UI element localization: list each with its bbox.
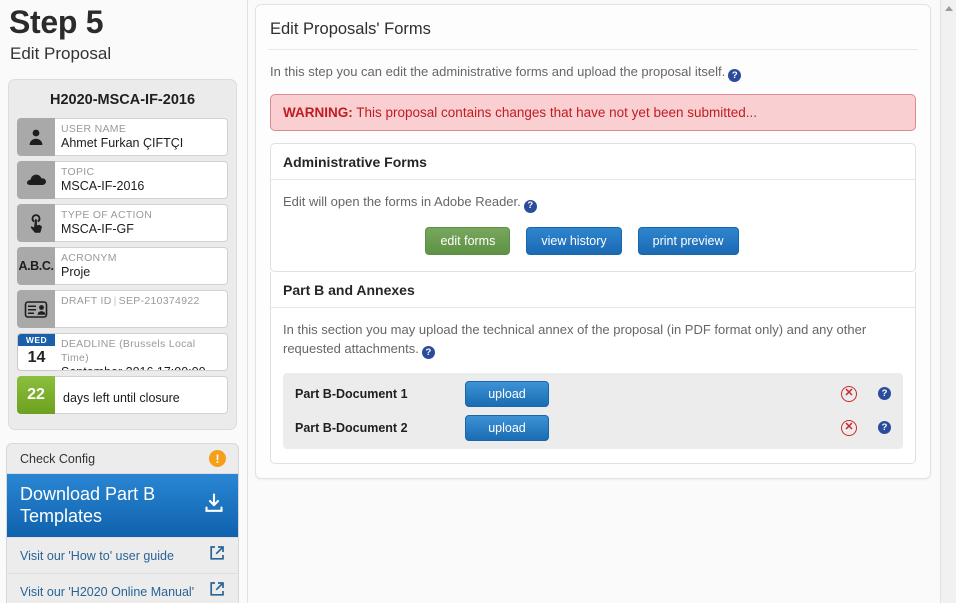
id-card-icon	[17, 290, 55, 328]
info-value: Ahmet Furkan ÇIFTÇI	[61, 136, 184, 150]
scroll-up-arrow-icon[interactable]	[941, 0, 956, 17]
abc-icon: A.B.C.	[17, 247, 55, 285]
info-label: DEADLINE (Brussels Local Time)	[61, 338, 196, 364]
calendar-weekday: WED	[18, 334, 55, 346]
help-icon[interactable]: ?	[421, 345, 435, 359]
info-value: MSCA-IF-2016	[61, 179, 145, 193]
description-text: In this section you may upload the techn…	[283, 321, 867, 356]
cloud-icon	[17, 161, 55, 199]
info-label: DRAFT ID	[61, 295, 112, 307]
info-label: TOPIC	[61, 166, 95, 178]
info-row-user-name: USER NAME Ahmet Furkan ÇIFTÇI	[17, 118, 228, 156]
info-row-deadline: WED 14 DEADLINE (Brussels Local Time) Se…	[17, 333, 228, 371]
forms-panel: Edit Proposals' Forms In this step you c…	[255, 4, 931, 479]
part-b-description: In this section you may upload the techn…	[283, 320, 903, 359]
info-row-acronym: A.B.C. ACRONYM Proje	[17, 247, 228, 285]
main-page-title: Edit Proposals' Forms	[268, 15, 918, 50]
warning-text: This proposal contains changes that have…	[352, 105, 758, 121]
page-subtitle: Edit Proposal	[10, 44, 112, 63]
info-row-type-of-action: TYPE OF ACTION MSCA-IF-GF	[17, 204, 228, 242]
delete-icon[interactable]: ✕	[841, 419, 857, 436]
check-config-card: Check Config ! Download Part B Templates…	[6, 443, 239, 603]
draft-id-value: SEP-210374922	[118, 295, 200, 307]
part-b-heading: Part B and Annexes	[271, 272, 915, 308]
link-label: Visit our 'H2020 Online Manual'	[20, 584, 195, 599]
main-page-description: In this step you can edit the administra…	[268, 50, 918, 94]
call-identifier: H2020-MSCA-IF-2016	[49, 92, 196, 108]
delete-icon[interactable]: ✕	[841, 385, 857, 402]
link-how-to-user-guide[interactable]: Visit our 'How to' user guide	[7, 537, 238, 573]
column-divider	[247, 0, 248, 603]
warning-icon: !	[209, 450, 226, 467]
calendar-icon: WED 14	[17, 333, 55, 371]
download-part-b-templates-button[interactable]: Download Part B Templates	[7, 474, 238, 537]
info-label: TYPE OF ACTION	[61, 209, 153, 221]
hand-click-icon	[17, 204, 55, 242]
check-config-label: Check Config	[20, 451, 96, 466]
external-link-icon	[208, 580, 226, 603]
check-config-row[interactable]: Check Config !	[7, 444, 238, 474]
link-label: Visit our 'How to' user guide	[20, 548, 174, 563]
help-icon[interactable]: ?	[878, 387, 891, 401]
info-value: MSCA-IF-GF	[61, 222, 134, 236]
info-value: September 2016 17:00:00	[61, 365, 221, 370]
info-value: Proje	[61, 265, 91, 279]
warning-prefix: WARNING:	[283, 105, 353, 121]
page-title: Step 5	[9, 4, 104, 40]
help-icon[interactable]: ?	[523, 199, 537, 213]
table-row: Part B-Document 1 upload ✕ ?	[283, 377, 903, 411]
table-row: Part B-Document 2 upload ✕ ?	[283, 411, 903, 445]
link-h2020-online-manual[interactable]: Visit our 'H2020 Online Manual'	[7, 573, 238, 603]
description-text: Edit will open the forms in Adobe Reader…	[283, 194, 521, 210]
document-name: Part B-Document 1	[295, 386, 408, 401]
info-row-draft-id: DRAFT ID | SEP-210374922	[17, 290, 228, 328]
document-name: Part B-Document 2	[295, 420, 408, 435]
part-b-section: Part B and Annexes In this section you m…	[270, 271, 916, 464]
download-label: Download Part B Templates	[20, 484, 156, 526]
administrative-forms-section: Administrative Forms Edit will open the …	[270, 143, 916, 272]
vertical-scrollbar[interactable]	[940, 0, 956, 603]
part-b-upload-table: Part B-Document 1 upload ✕ ? Part B-Docu…	[283, 372, 903, 449]
description-text: In this step you can edit the administra…	[270, 64, 726, 79]
info-label: ACRONYM	[61, 252, 117, 264]
help-icon[interactable]: ?	[878, 421, 891, 435]
user-icon	[17, 118, 55, 156]
external-link-icon	[208, 544, 226, 567]
info-row-days-left: 22 days left until closure	[17, 376, 228, 414]
upload-button[interactable]: upload	[465, 380, 549, 407]
sidebar: Step 5 Edit Proposal H2020-MSCA-IF-2016 …	[0, 0, 247, 603]
download-icon	[203, 492, 225, 519]
proposal-info-card: H2020-MSCA-IF-2016 USER NAME Ahmet Furka…	[8, 79, 237, 430]
print-preview-button[interactable]: print preview	[637, 226, 739, 255]
label-separator: |	[113, 295, 117, 307]
calendar-day: 14	[27, 349, 46, 366]
help-icon[interactable]: ?	[728, 69, 742, 83]
warning-banner: WARNING: This proposal contains changes …	[270, 94, 916, 132]
administrative-forms-description: Edit will open the forms in Adobe Reader…	[283, 192, 903, 213]
admin-forms-button-row: edit forms view history print preview	[261, 213, 903, 257]
administrative-forms-heading: Administrative Forms	[271, 144, 915, 181]
edit-forms-button[interactable]: edit forms	[425, 226, 511, 255]
days-left-label: days left until closure	[63, 391, 180, 405]
info-label: USER NAME	[61, 123, 127, 135]
app-root: Step 5 Edit Proposal H2020-MSCA-IF-2016 …	[0, 0, 956, 603]
upload-button[interactable]: upload	[465, 414, 549, 441]
main-content: Edit Proposals' Forms In this step you c…	[255, 4, 931, 479]
info-row-topic: TOPIC MSCA-IF-2016	[17, 161, 228, 199]
days-left-icon: 22	[17, 376, 55, 414]
view-history-button[interactable]: view history	[526, 226, 622, 255]
abc-icon-label: A.B.C.	[18, 259, 54, 273]
